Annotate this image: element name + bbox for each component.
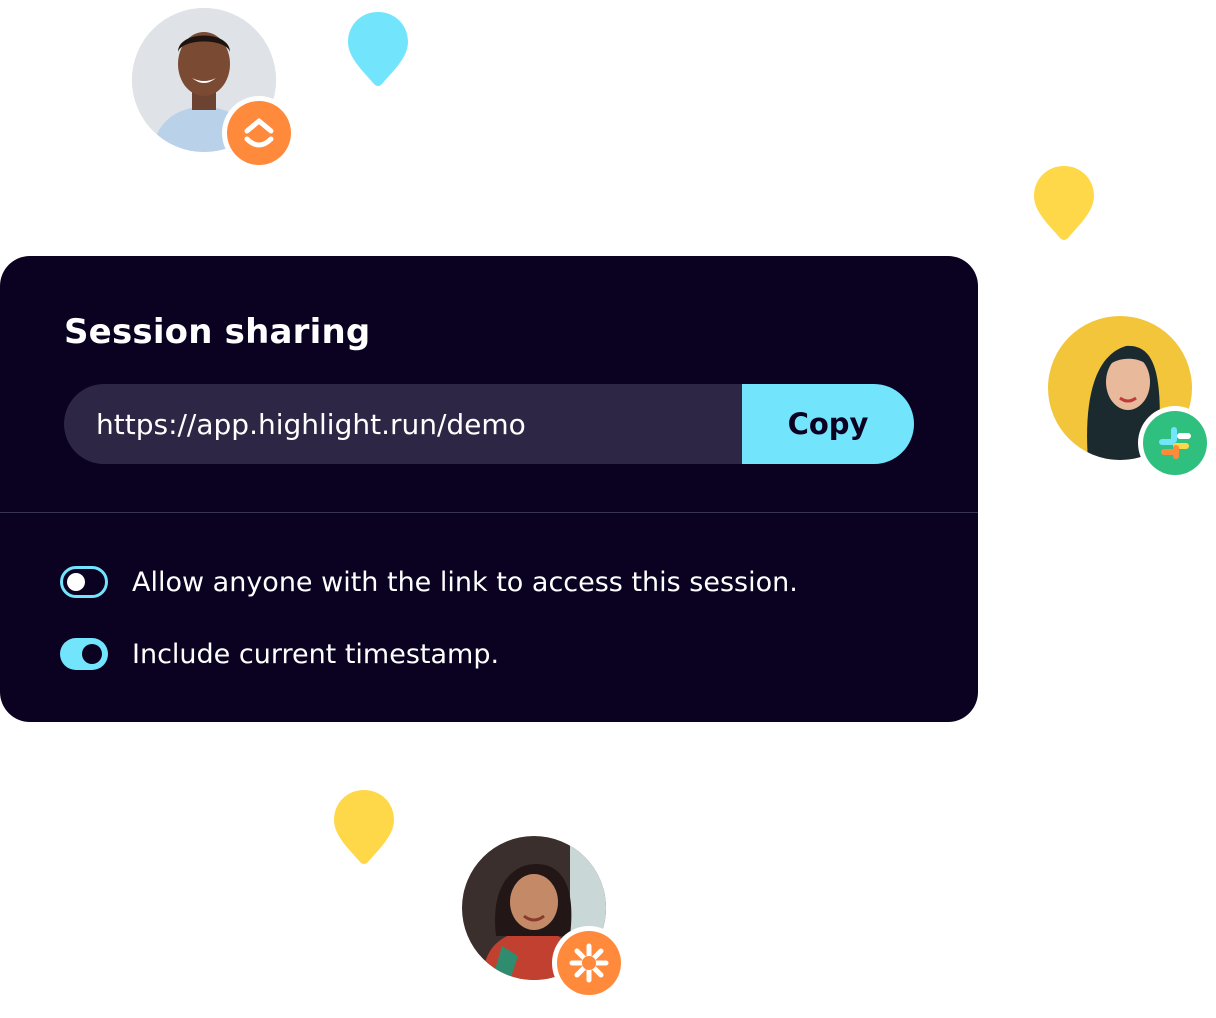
option-row-public-access: Allow anyone with the link to access thi… bbox=[60, 566, 798, 598]
share-url-field[interactable]: https://app.highlight.run/demo bbox=[64, 384, 742, 464]
location-pin-icon bbox=[1034, 166, 1094, 240]
copy-button[interactable]: Copy bbox=[742, 384, 914, 464]
location-pin-icon bbox=[348, 12, 408, 86]
timestamp-toggle[interactable] bbox=[60, 638, 108, 670]
slack-icon bbox=[1138, 406, 1212, 480]
option-row-timestamp: Include current timestamp. bbox=[60, 638, 499, 670]
divider bbox=[0, 512, 978, 513]
panel-title: Session sharing bbox=[64, 312, 371, 352]
public-access-toggle[interactable] bbox=[60, 566, 108, 598]
timestamp-label: Include current timestamp. bbox=[132, 638, 500, 670]
public-access-label: Allow anyone with the link to access thi… bbox=[132, 566, 798, 598]
toggle-knob bbox=[82, 644, 102, 664]
toggle-knob bbox=[67, 573, 85, 591]
location-pin-icon bbox=[334, 790, 394, 864]
clickup-icon bbox=[222, 96, 296, 170]
zapier-icon bbox=[552, 926, 626, 1000]
